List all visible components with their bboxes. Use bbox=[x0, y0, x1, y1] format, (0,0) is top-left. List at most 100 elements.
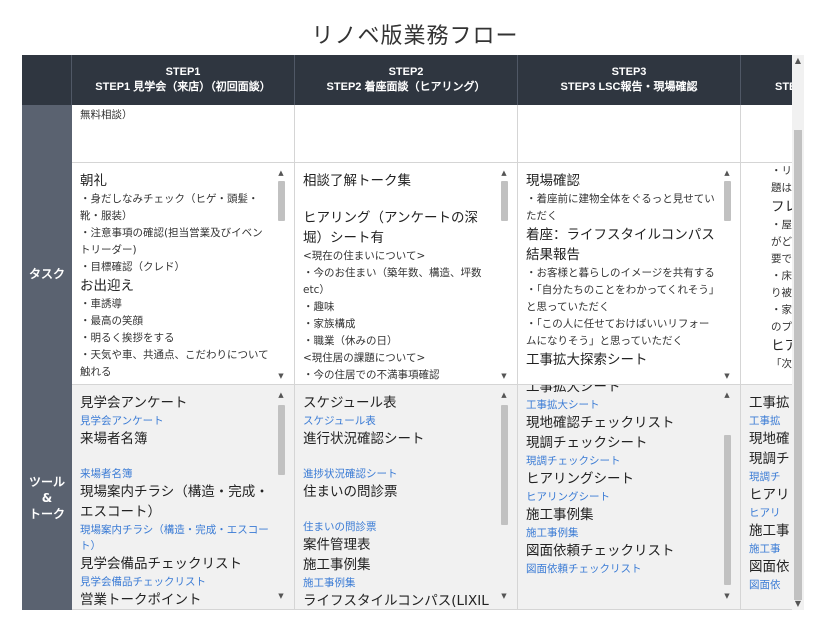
item-heading: 相談了解トーク集 bbox=[303, 173, 411, 189]
tool-link[interactable]: 工事拡大シート bbox=[526, 397, 718, 413]
tool-link[interactable]: 工事拡 bbox=[749, 413, 792, 429]
tool-link[interactable]: 進捗状況確認シート bbox=[303, 466, 495, 482]
item-heading: ヒアリング（アンケートの深堀）シート有 bbox=[303, 210, 478, 246]
item-text: <現住居の課題について> bbox=[303, 352, 426, 364]
item-heading: 現調チ bbox=[749, 451, 790, 467]
tool-link[interactable]: 施工事例集 bbox=[303, 575, 495, 591]
task-cell-step2[interactable]: 相談了解トーク集 ヒアリング（アンケートの深堀）シート有 <現在の住まいについて>… bbox=[295, 163, 518, 385]
scroll-up-icon[interactable]: ▲ bbox=[792, 55, 804, 67]
item-text: ・屋根裏 bbox=[771, 219, 792, 231]
item-text: ・車誘導 bbox=[80, 298, 122, 310]
item-text: 題はない bbox=[771, 182, 792, 194]
tool-link[interactable]: スケジュール表 bbox=[303, 413, 495, 429]
item-heading: 工事拡 bbox=[749, 395, 790, 411]
item-heading: 見学会アンケート bbox=[80, 395, 188, 411]
tool-link[interactable]: 現調チェックシート bbox=[526, 453, 718, 469]
item-heading: 営業トークポイント bbox=[80, 592, 202, 608]
item-heading: フレー bbox=[771, 199, 792, 215]
tool-link[interactable]: 図面依頼チェックリスト bbox=[526, 561, 718, 577]
item-text: ・目標確認（クレド） bbox=[80, 261, 185, 273]
item-heading: 朝礼 bbox=[80, 173, 107, 189]
item-text: ・リフォー bbox=[771, 165, 792, 177]
item-heading: 案件管理表 bbox=[303, 537, 371, 553]
row-label-top bbox=[22, 105, 72, 163]
item-text: ・明るく挨拶をする bbox=[80, 332, 175, 344]
item-heading: 住まいの問診票 bbox=[303, 484, 398, 500]
task-cell-step3[interactable]: 現場確認・着座前に建物全体をぐるっと見せていただく着座：ライフスタイルコンパス結… bbox=[518, 163, 741, 385]
column-header-step2: STEP2 STEP2 着座面談（ヒアリング） bbox=[295, 55, 518, 105]
tools-cell-step4[interactable]: 工事拡 工事拡 現地確 現調チ 現調チ ヒアリ ヒアリ 施工事 施工事 図面依 図面依 bbox=[741, 385, 792, 610]
top-cell-step1: 無料相談） bbox=[72, 105, 295, 163]
page-scrollbar[interactable]: ▲ ▼ bbox=[792, 55, 804, 610]
column-label: STEP2 着座面談（ヒアリング） bbox=[326, 81, 486, 93]
item-heading: 現調チェックシート bbox=[526, 435, 648, 451]
item-text: ・家具の bbox=[771, 304, 792, 316]
item-text: <現在の住まいについて> bbox=[303, 250, 426, 262]
tools-cell-step3[interactable]: 工事拡大シート 工事拡大シート 現地確認チェックリスト 現調チェックシート 現調チェック… bbox=[518, 385, 741, 610]
tools-cell-step2[interactable]: スケジュール表 スケジュール表 進行状況確認シート 進捗状況確認シート 住まいの問診票… bbox=[295, 385, 518, 610]
tool-link[interactable]: 見学会備品チェックリスト bbox=[80, 574, 272, 590]
item-heading: 図面依頼チェックリスト bbox=[526, 543, 675, 559]
item-heading: 着座：ライフスタイルコンパス結果報告 bbox=[526, 227, 715, 263]
item-heading: ヒアリ bbox=[749, 487, 790, 503]
column-step: STEP1 bbox=[165, 66, 201, 78]
cell-scrollbar[interactable]: ▲ ▼ bbox=[276, 391, 286, 601]
row-label-task: タスク bbox=[22, 163, 72, 385]
item-heading: 進行状況確認シート bbox=[303, 431, 425, 447]
cell-scrollbar[interactable]: ▲ ▼ bbox=[276, 169, 286, 381]
tool-link[interactable]: 施工事例集 bbox=[526, 525, 718, 541]
row-label-tools: ツール & トーク bbox=[22, 385, 72, 610]
item-heading: お出迎え bbox=[80, 278, 134, 294]
column-header-step3: STEP3 STEP3 LSC報告・現場確認 bbox=[518, 55, 741, 105]
item-text: り被害の bbox=[771, 287, 792, 299]
scroll-thumb[interactable] bbox=[794, 130, 802, 600]
item-text bbox=[303, 449, 495, 466]
cell-scrollbar[interactable]: ▲ ▼ bbox=[722, 169, 732, 381]
row-label-tools-line2: & bbox=[41, 490, 53, 505]
workflow-board: STEP1 STEP1 見学会（来店）（初回面談） STEP2 STEP2 着座… bbox=[22, 55, 792, 610]
item-heading: 現地確認チェックリスト bbox=[526, 415, 675, 431]
page-title: リノベ版業務フロー bbox=[311, 24, 519, 49]
item-heading: 現場確認 bbox=[526, 173, 580, 189]
cell-scrollbar[interactable]: ▲ ▼ bbox=[499, 169, 509, 381]
item-text: ・今の住居での不満事項確認 bbox=[303, 369, 440, 381]
item-heading: ヒアリ bbox=[771, 338, 792, 354]
tool-link[interactable]: 見学会アンケート bbox=[80, 413, 272, 429]
task-cell-step4[interactable]: ・リフォー題はないフレー・屋根裏がどのよ要ですの・床下確り被害の・家具ののプラン… bbox=[741, 163, 792, 385]
top-cell-step2 bbox=[295, 105, 518, 163]
item-text bbox=[303, 502, 495, 519]
item-text: ・趣味 bbox=[303, 301, 335, 313]
item-text: ・職業（休みの日） bbox=[303, 335, 398, 347]
cell-scrollbar[interactable]: ▲ ▼ bbox=[722, 391, 732, 601]
tool-link[interactable]: 図面依 bbox=[749, 577, 792, 593]
tool-link[interactable]: 施工事 bbox=[749, 541, 792, 557]
item-text bbox=[303, 191, 495, 208]
tool-link[interactable]: 住まいの問診票 bbox=[303, 519, 495, 535]
column-label: STEP1 見学会（来店）（初回面談） bbox=[95, 81, 271, 93]
item-heading: ライフスタイルコンパス(LIXILツール) bbox=[303, 593, 489, 609]
tool-link[interactable]: 来場者名簿 bbox=[80, 466, 272, 482]
tool-link[interactable]: 現調チ bbox=[749, 469, 792, 485]
tool-link[interactable]: 現場案内チラシ（構造・完成・エスコート） bbox=[80, 522, 272, 554]
item-heading: 施工事例集 bbox=[303, 557, 371, 573]
task-cell-step1[interactable]: 朝礼 ・身だしなみチェック（ヒゲ・頭髪・靴・服装） ・注意事項の確認(担当営業及びイ… bbox=[72, 163, 295, 385]
item-heading: 見学会備品チェックリスト bbox=[80, 556, 242, 572]
item-text: ・身だしなみチェック（ヒゲ・頭髪・靴・服装） bbox=[80, 193, 259, 222]
tools-cell-step1[interactable]: 見学会アンケート 見学会アンケート 来場者名簿 来場者名簿 現場案内チラシ（構造・完成… bbox=[72, 385, 295, 610]
item-text: ・「自分たちのことをわかってくれそう」と思っていただく bbox=[526, 284, 715, 313]
tool-link[interactable]: ヒアリングシート bbox=[526, 489, 718, 505]
item-text: のプラン bbox=[771, 321, 792, 333]
column-step: STEP3 bbox=[611, 66, 647, 78]
column-step bbox=[775, 65, 792, 80]
item-text: ・着座前に建物全体をぐるっと見せていただく bbox=[526, 193, 715, 222]
cell-scrollbar[interactable]: ▲ ▼ bbox=[499, 391, 509, 601]
column-step: STEP2 bbox=[388, 66, 424, 78]
item-text: ・最高の笑顔 bbox=[80, 315, 143, 327]
column-label: STEP3 LSC報告・現場確認 bbox=[560, 81, 698, 93]
top-cell-text: 無料相談） bbox=[80, 109, 133, 121]
scroll-down-icon[interactable]: ▼ bbox=[792, 598, 804, 610]
item-heading: 施工事例集 bbox=[526, 507, 594, 523]
item-heading: 現場案内チラシ（構造・完成・エスコート） bbox=[80, 484, 269, 520]
item-heading: 来場者名簿 bbox=[80, 431, 148, 447]
tool-link[interactable]: ヒアリ bbox=[749, 505, 792, 521]
